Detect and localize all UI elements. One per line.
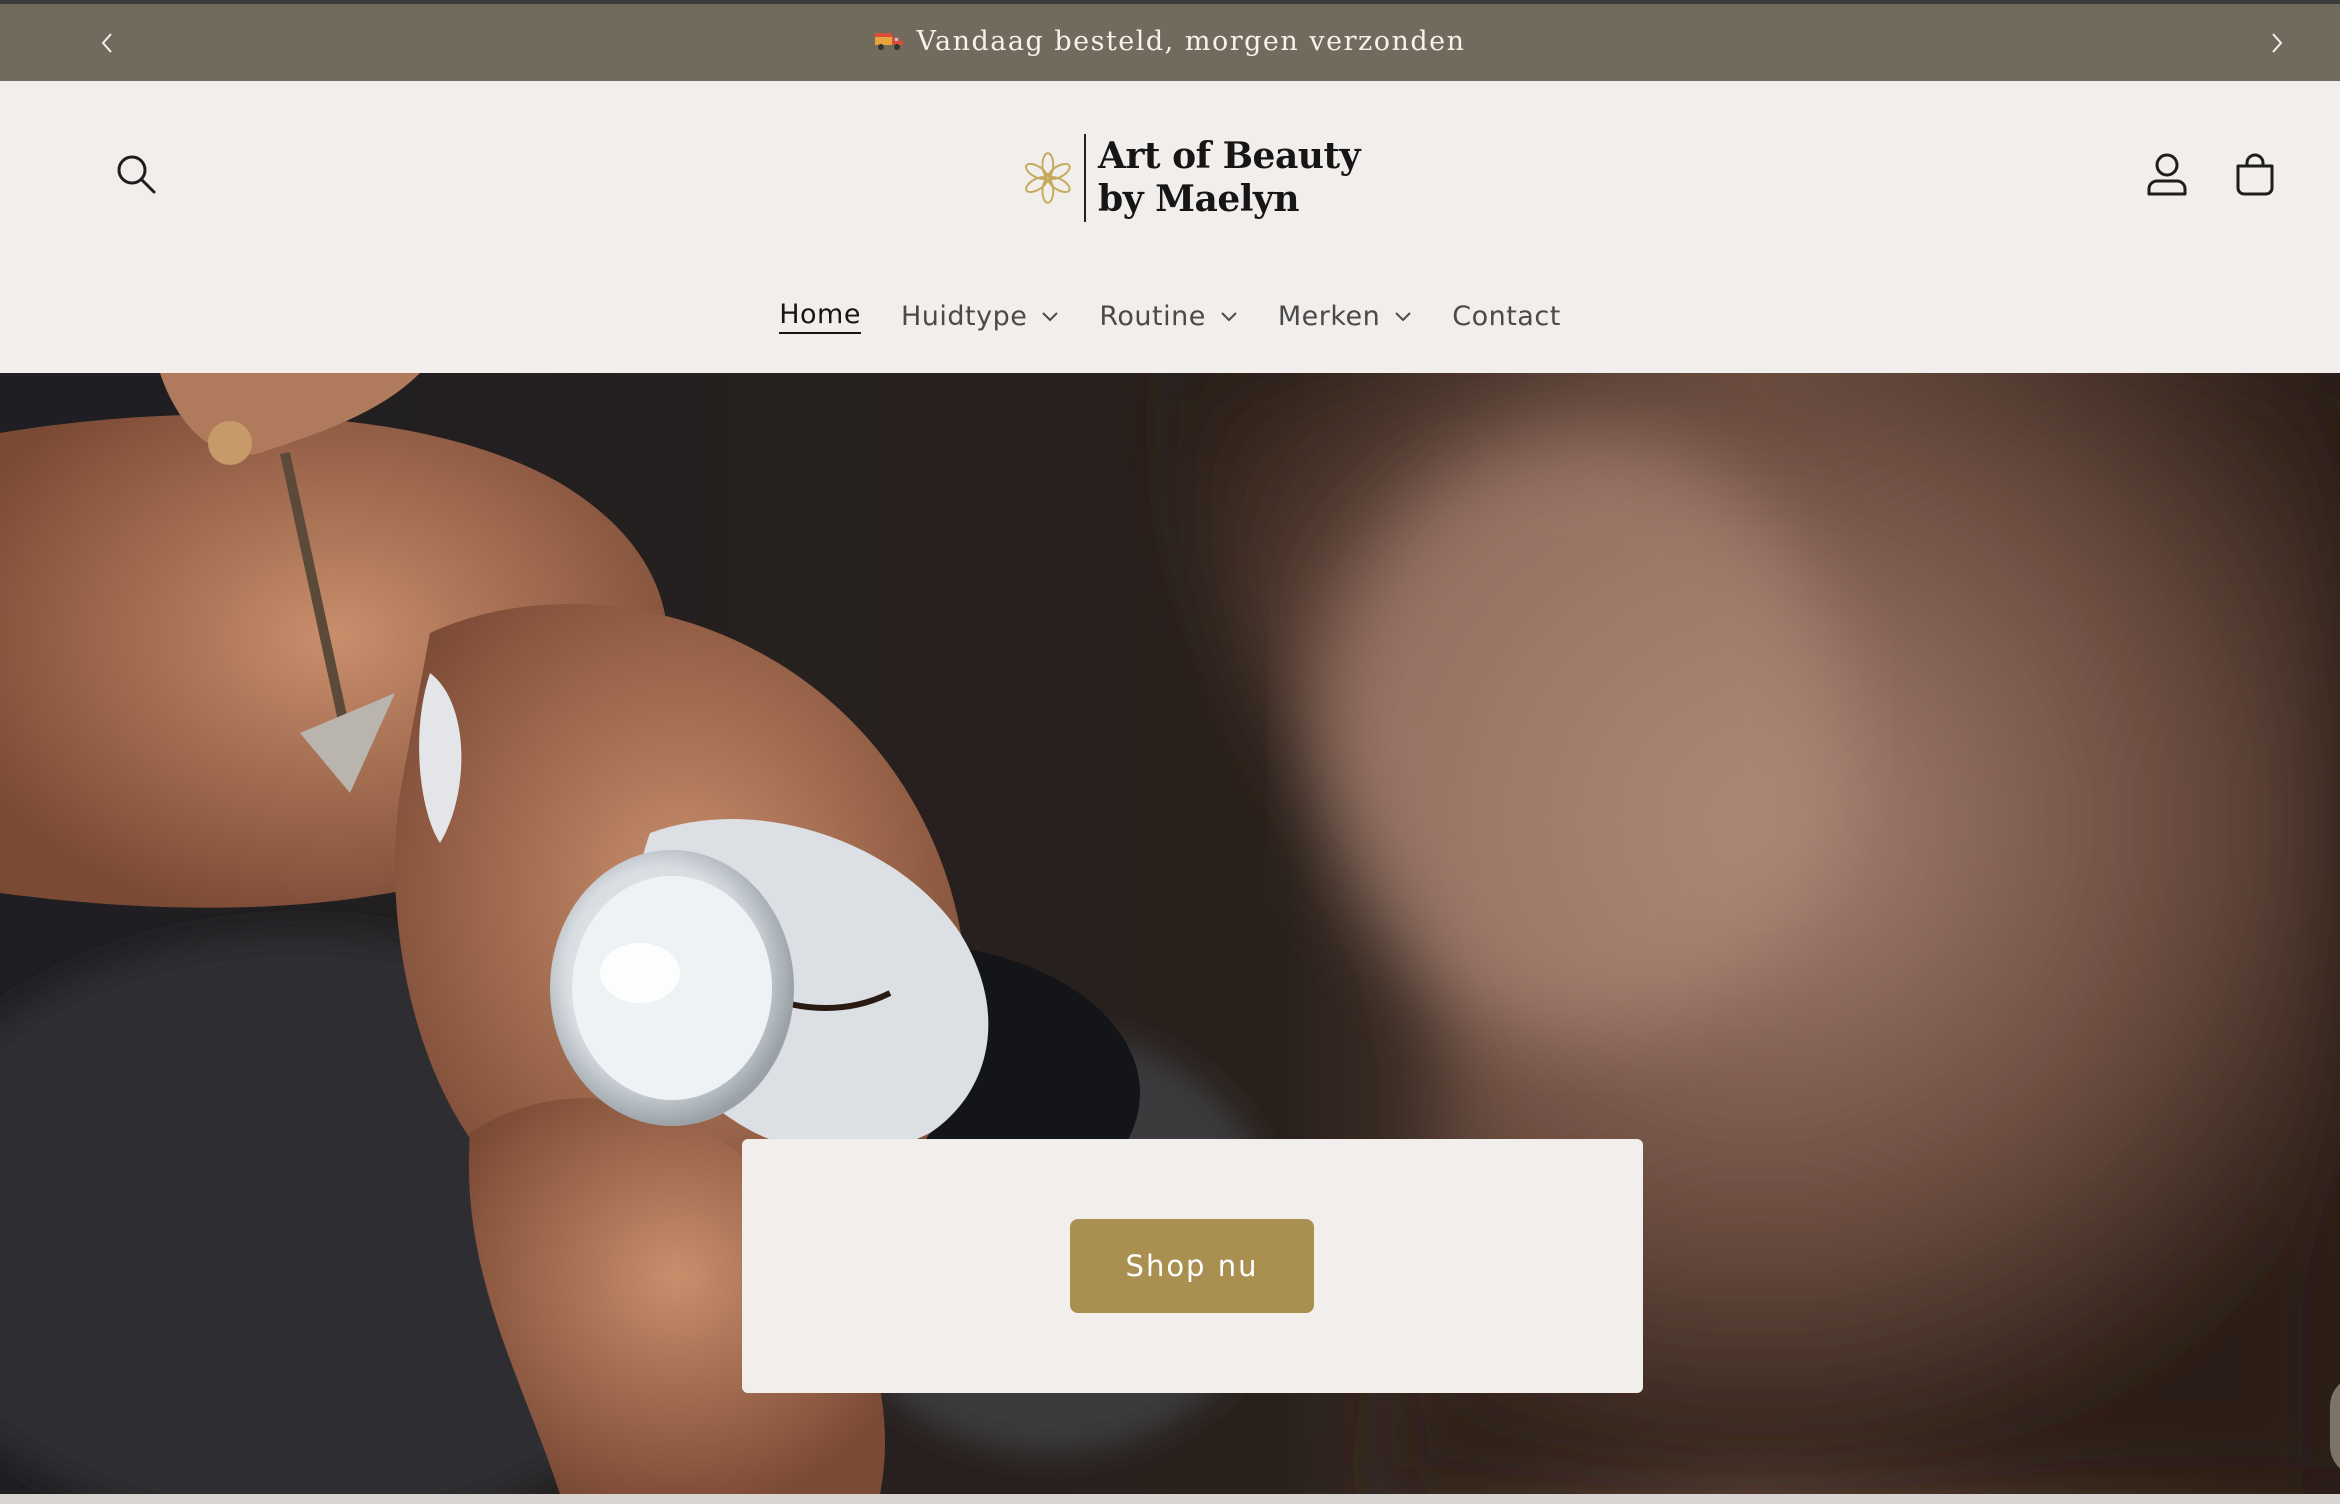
hero-banner: Shop nu — [0, 373, 2340, 1494]
truck-icon — [874, 28, 904, 59]
announcement-prev-button[interactable] — [92, 28, 122, 58]
logo-line-2: by Maelyn — [1098, 178, 1299, 220]
account-icon — [2147, 153, 2187, 196]
nav-item-contact[interactable]: Contact — [1452, 301, 1561, 332]
nav-label-home: Home — [779, 299, 861, 334]
page-bottom-strip — [0, 1494, 2340, 1504]
chevron-right-icon — [2272, 33, 2283, 53]
shop-now-button[interactable]: Shop nu — [1070, 1219, 1314, 1313]
cart-button[interactable] — [2225, 144, 2285, 204]
search-button[interactable] — [106, 144, 166, 204]
nav-label-merken: Merken — [1277, 300, 1381, 332]
chevron-left-icon — [101, 33, 112, 53]
site-header: Art of Beauty by Maelyn Home Huidtype Ro… — [0, 81, 2340, 373]
cart-icon — [2236, 153, 2274, 196]
logo-wordmark: Art of Beauty by Maelyn — [1098, 135, 1360, 221]
flower-icon — [1025, 152, 1071, 204]
chevron-down-icon — [1221, 312, 1237, 322]
announcement-bar: Vandaag besteld, morgen verzonden — [0, 4, 2340, 81]
nav-item-routine[interactable]: Routine — [1099, 301, 1238, 332]
search-icon — [117, 155, 156, 194]
logo-divider — [1083, 134, 1087, 222]
nav-label-contact: Contact — [1452, 300, 1561, 332]
account-button[interactable] — [2137, 144, 2197, 204]
nav-label-routine: Routine — [1099, 300, 1206, 332]
announcement-next-button[interactable] — [2262, 28, 2292, 58]
logo-line-1: Art of Beauty — [1098, 135, 1360, 177]
site-logo[interactable]: Art of Beauty by Maelyn — [1020, 128, 1360, 228]
announcement-message: Vandaag besteld, morgen verzonden — [874, 26, 1465, 59]
nav-item-huidtype[interactable]: Huidtype — [901, 301, 1059, 332]
nav-item-home[interactable]: Home — [779, 299, 861, 334]
announcement-text: Vandaag besteld, morgen verzonden — [916, 26, 1466, 57]
chevron-down-icon — [1395, 312, 1411, 322]
main-navigation: Home Huidtype Routine Merken Contact — [0, 281, 2340, 351]
nav-label-huidtype: Huidtype — [900, 300, 1028, 332]
hero-cta-panel: Shop nu — [742, 1139, 1643, 1393]
nav-item-merken[interactable]: Merken — [1278, 301, 1412, 332]
chevron-down-icon — [1042, 312, 1059, 322]
